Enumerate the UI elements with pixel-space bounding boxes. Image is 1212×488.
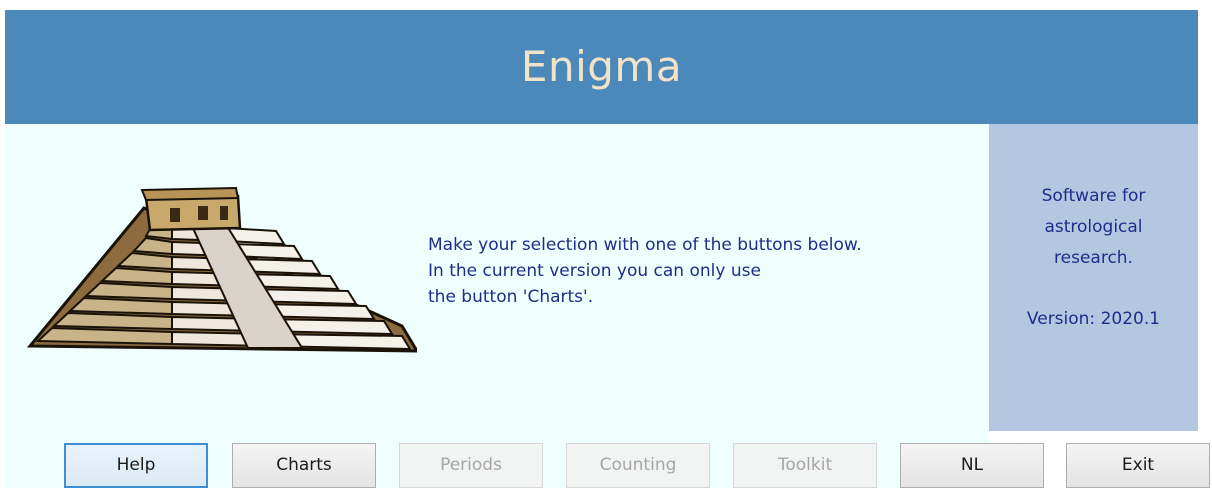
- instruction-line: the button 'Charts'.: [428, 287, 594, 307]
- periods-button[interactable]: Periods: [399, 443, 543, 488]
- instruction-text: Make your selection with one of the butt…: [428, 232, 862, 310]
- info-line: research.: [1054, 248, 1133, 268]
- version-label: Version: 2020.1: [1026, 309, 1161, 329]
- instruction-line: Make your selection with one of the butt…: [428, 235, 862, 255]
- toolkit-button[interactable]: Toolkit: [733, 443, 877, 488]
- help-button[interactable]: Help: [64, 443, 208, 488]
- info-line: Software for: [1041, 186, 1146, 206]
- pyramid-illustration: [26, 186, 417, 353]
- nl-button[interactable]: NL: [900, 443, 1044, 488]
- charts-button[interactable]: Charts: [232, 443, 376, 488]
- app-title: Enigma: [520, 41, 683, 91]
- info-panel: Software for astrological research. Vers…: [989, 124, 1198, 431]
- title-bar: Enigma: [5, 10, 1198, 124]
- info-line: astrological: [1044, 217, 1143, 237]
- instruction-line: In the current version you can only use: [428, 261, 761, 281]
- counting-button[interactable]: Counting: [566, 443, 710, 488]
- exit-button[interactable]: Exit: [1066, 443, 1210, 488]
